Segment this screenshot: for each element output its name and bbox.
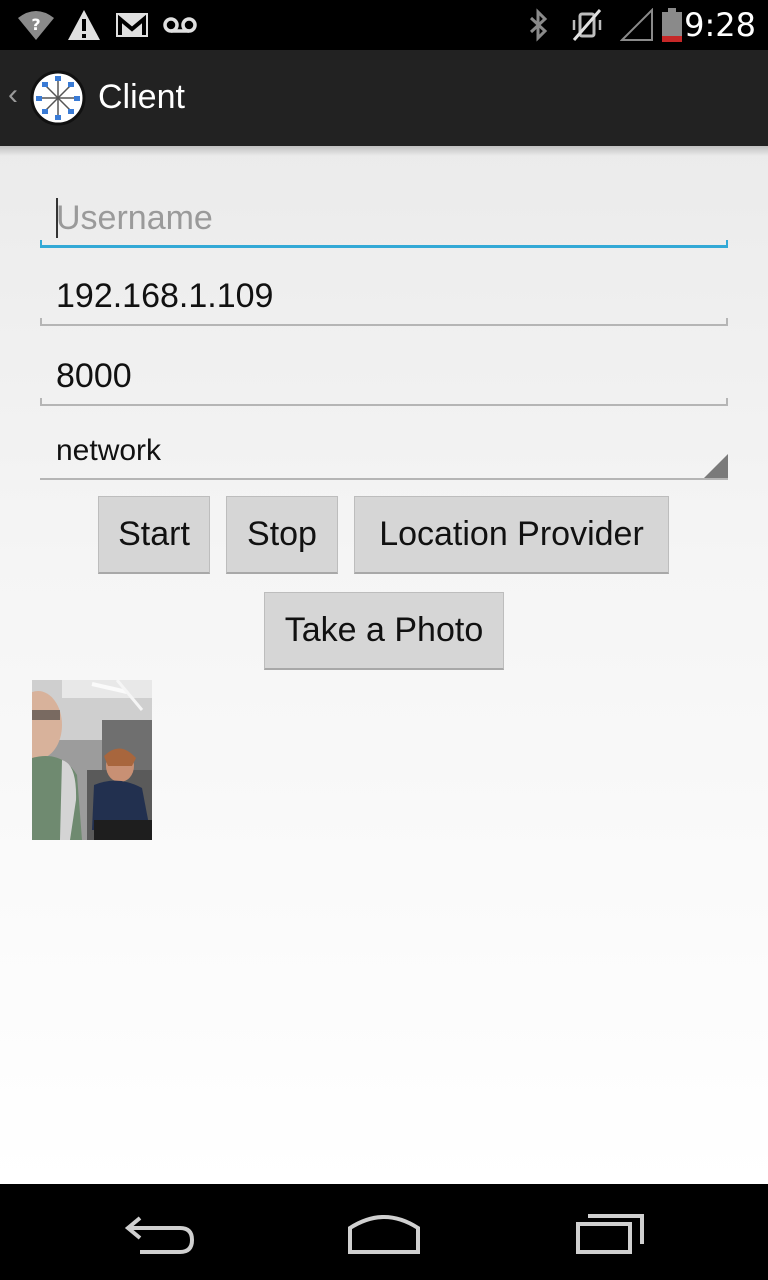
main-content: network Start Stop Location Provider Tak… bbox=[0, 146, 768, 1184]
take-photo-button[interactable]: Take a Photo bbox=[264, 592, 504, 670]
dropdown-corner-icon bbox=[704, 454, 728, 478]
provider-spinner-value: network bbox=[56, 434, 162, 467]
username-input[interactable] bbox=[56, 192, 706, 244]
provider-spinner[interactable]: network bbox=[40, 428, 728, 480]
username-underline bbox=[40, 240, 728, 248]
photo-thumbnail bbox=[32, 680, 152, 840]
bluetooth-icon bbox=[529, 8, 548, 42]
port-input[interactable] bbox=[56, 350, 706, 402]
voicemail-icon bbox=[163, 17, 197, 33]
back-icon[interactable] bbox=[110, 1204, 210, 1260]
wifi-question-icon: ? bbox=[18, 11, 54, 40]
port-underline bbox=[40, 398, 728, 406]
svg-text:?: ? bbox=[31, 15, 40, 34]
vibrate-icon bbox=[572, 9, 602, 41]
ip-underline bbox=[40, 318, 728, 326]
network-hub-icon[interactable] bbox=[30, 70, 86, 126]
page-title: Client bbox=[98, 78, 185, 116]
action-bar: ‹ Client bbox=[0, 50, 768, 146]
warning-icon bbox=[68, 10, 100, 40]
signal-icon bbox=[620, 8, 653, 41]
status-time: 9:28 bbox=[684, 6, 756, 44]
home-icon[interactable] bbox=[334, 1204, 434, 1260]
port-field-container bbox=[40, 346, 728, 406]
gmail-icon bbox=[116, 13, 148, 37]
recents-icon[interactable] bbox=[560, 1204, 660, 1260]
status-bar: ? 9:28 bbox=[0, 0, 768, 50]
username-field-container bbox=[40, 188, 728, 248]
spinner-underline bbox=[40, 478, 728, 480]
navigation-bar bbox=[0, 1184, 768, 1280]
ip-address-input[interactable] bbox=[56, 270, 706, 322]
start-button[interactable]: Start bbox=[98, 496, 210, 574]
ip-field-container bbox=[40, 266, 728, 326]
battery-icon bbox=[662, 8, 682, 42]
back-caret-icon[interactable]: ‹ bbox=[8, 78, 18, 112]
stop-button[interactable]: Stop bbox=[226, 496, 338, 574]
location-provider-button[interactable]: Location Provider bbox=[354, 496, 669, 574]
